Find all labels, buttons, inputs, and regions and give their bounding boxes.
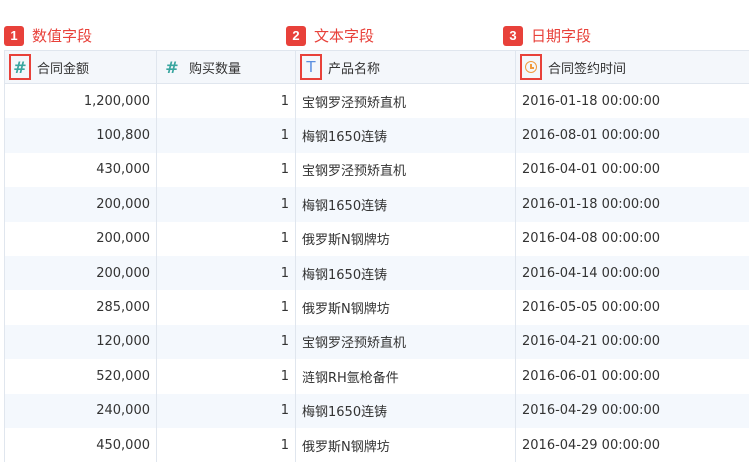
callout-label-numeric: 数值字段 <box>32 27 93 45</box>
data-table: # 合同金额 # 购买数量 T 产品名称 合同签约时间 1,200,000 1 宝钢… <box>4 50 749 462</box>
cell-contract-date: 2016-06-01 00:00:00 <box>522 368 661 384</box>
callout-label-text: 文本字段 <box>314 27 375 45</box>
cell-purchase-quantity: 1 <box>157 152 296 188</box>
cell-contract-amount: 430,000 <box>5 152 157 188</box>
cell-product-name: 梅钢1650连铸 <box>296 393 516 428</box>
cell-contract-date: 2016-04-14 00:00:00 <box>522 265 661 281</box>
clock-icon <box>520 54 542 80</box>
cell-contract-amount: 240,000 <box>5 393 157 428</box>
cell-contract-date: 2016-01-18 00:00:00 <box>522 196 661 212</box>
table-row[interactable]: 285,000 1 俄罗斯N钢牌坊 2016-05-05 00:00:00 <box>5 290 749 325</box>
column-header-label: 产品名称 <box>328 61 381 77</box>
cell-contract-amount: 200,000 <box>5 187 157 222</box>
cell-purchase-quantity: 1 <box>157 324 296 360</box>
cell-product-name: 俄罗斯N钢牌坊 <box>296 290 516 325</box>
cell-product-name: 宝钢罗泾预矫直机 <box>296 152 516 188</box>
table-header-row: # 合同金额 # 购买数量 T 产品名称 合同签约时间 <box>5 50 749 84</box>
cell-purchase-quantity: 1 <box>157 255 296 291</box>
cell-purchase-quantity: 1 <box>157 359 296 394</box>
cell-contract-amount: 100,800 <box>5 118 157 153</box>
table-row[interactable]: 200,000 1 梅钢1650连铸 2016-01-18 00:00:00 <box>5 187 749 222</box>
table-row[interactable]: 430,000 1 宝钢罗泾预矫直机 2016-04-01 00:00:00 <box>5 152 749 188</box>
column-header-contract-amount[interactable]: # 合同金额 <box>5 51 157 83</box>
cell-product-name: 梅钢1650连铸 <box>296 187 516 222</box>
numeric-field-icon: # <box>165 57 179 77</box>
column-header-purchase-quantity[interactable]: # 购买数量 <box>157 51 296 83</box>
callout-badge-1: 1 <box>4 25 24 46</box>
cell-product-name: 梅钢1650连铸 <box>296 255 516 291</box>
callout-badge-2: 2 <box>286 25 306 46</box>
table-row[interactable]: 240,000 1 梅钢1650连铸 2016-04-29 00:00:00 <box>5 393 749 428</box>
cell-contract-date: 2016-04-21 00:00:00 <box>522 334 661 350</box>
table-row[interactable]: 520,000 1 涟钢RH氩枪备件 2016-06-01 00:00:00 <box>5 359 749 394</box>
callout-numeric-field: 1 数值字段 <box>4 25 92 46</box>
cell-purchase-quantity: 1 <box>157 187 296 222</box>
table-row[interactable]: 200,000 1 梅钢1650连铸 2016-04-14 00:00:00 <box>5 255 749 291</box>
cell-contract-date: 2016-08-01 00:00:00 <box>522 128 661 144</box>
cell-purchase-quantity: 1 <box>157 84 296 119</box>
text-field-icon: T <box>300 54 322 80</box>
numeric-field-icon: # <box>9 54 31 80</box>
cell-contract-date: 2016-04-29 00:00:00 <box>522 403 661 419</box>
cell-contract-date: 2016-04-08 00:00:00 <box>522 231 661 247</box>
callout-badge-3: 3 <box>503 25 523 46</box>
cell-contract-amount: 285,000 <box>5 290 157 325</box>
cell-contract-amount: 120,000 <box>5 324 157 360</box>
cell-purchase-quantity: 1 <box>157 393 296 428</box>
callout-label-date: 日期字段 <box>531 27 592 45</box>
cell-contract-date: 2016-05-05 00:00:00 <box>522 300 661 316</box>
callout-date-field: 3 日期字段 <box>503 25 591 46</box>
table-body: 1,200,000 1 宝钢罗泾预矫直机 2016-01-18 00:00:00 100… <box>5 84 749 462</box>
column-header-product-name[interactable]: T 产品名称 <box>296 51 516 83</box>
cell-contract-amount: 1,200,000 <box>5 84 157 119</box>
callout-text-field: 2 文本字段 <box>286 25 374 46</box>
column-header-label: 合同金额 <box>37 61 90 77</box>
cell-purchase-quantity: 1 <box>157 290 296 325</box>
cell-contract-amount: 200,000 <box>5 255 157 291</box>
table-row[interactable]: 1,200,000 1 宝钢罗泾预矫直机 2016-01-18 00:00:00 <box>5 84 749 119</box>
table-row[interactable]: 120,000 1 宝钢罗泾预矫直机 2016-04-21 00:00:00 <box>5 324 749 360</box>
cell-contract-date: 2016-01-18 00:00:00 <box>522 93 661 109</box>
cell-product-name: 俄罗斯N钢牌坊 <box>296 221 516 256</box>
cell-product-name: 宝钢罗泾预矫直机 <box>296 84 516 119</box>
column-header-label: 合同签约时间 <box>548 61 627 77</box>
cell-product-name: 涟钢RH氩枪备件 <box>296 359 516 394</box>
column-header-contract-date[interactable]: 合同签约时间 <box>516 51 749 83</box>
cell-purchase-quantity: 1 <box>157 221 296 256</box>
cell-product-name: 宝钢罗泾预矫直机 <box>296 324 516 360</box>
cell-contract-amount: 200,000 <box>5 221 157 256</box>
table-row[interactable]: 100,800 1 梅钢1650连铸 2016-08-01 00:00:00 <box>5 118 749 153</box>
cell-purchase-quantity: 1 <box>157 118 296 153</box>
column-header-label: 购买数量 <box>189 61 242 77</box>
cell-product-name: 梅钢1650连铸 <box>296 118 516 153</box>
cell-contract-date: 2016-04-01 00:00:00 <box>522 162 661 178</box>
table-row[interactable]: 200,000 1 俄罗斯N钢牌坊 2016-04-08 00:00:00 <box>5 221 749 256</box>
cell-contract-amount: 520,000 <box>5 359 157 394</box>
